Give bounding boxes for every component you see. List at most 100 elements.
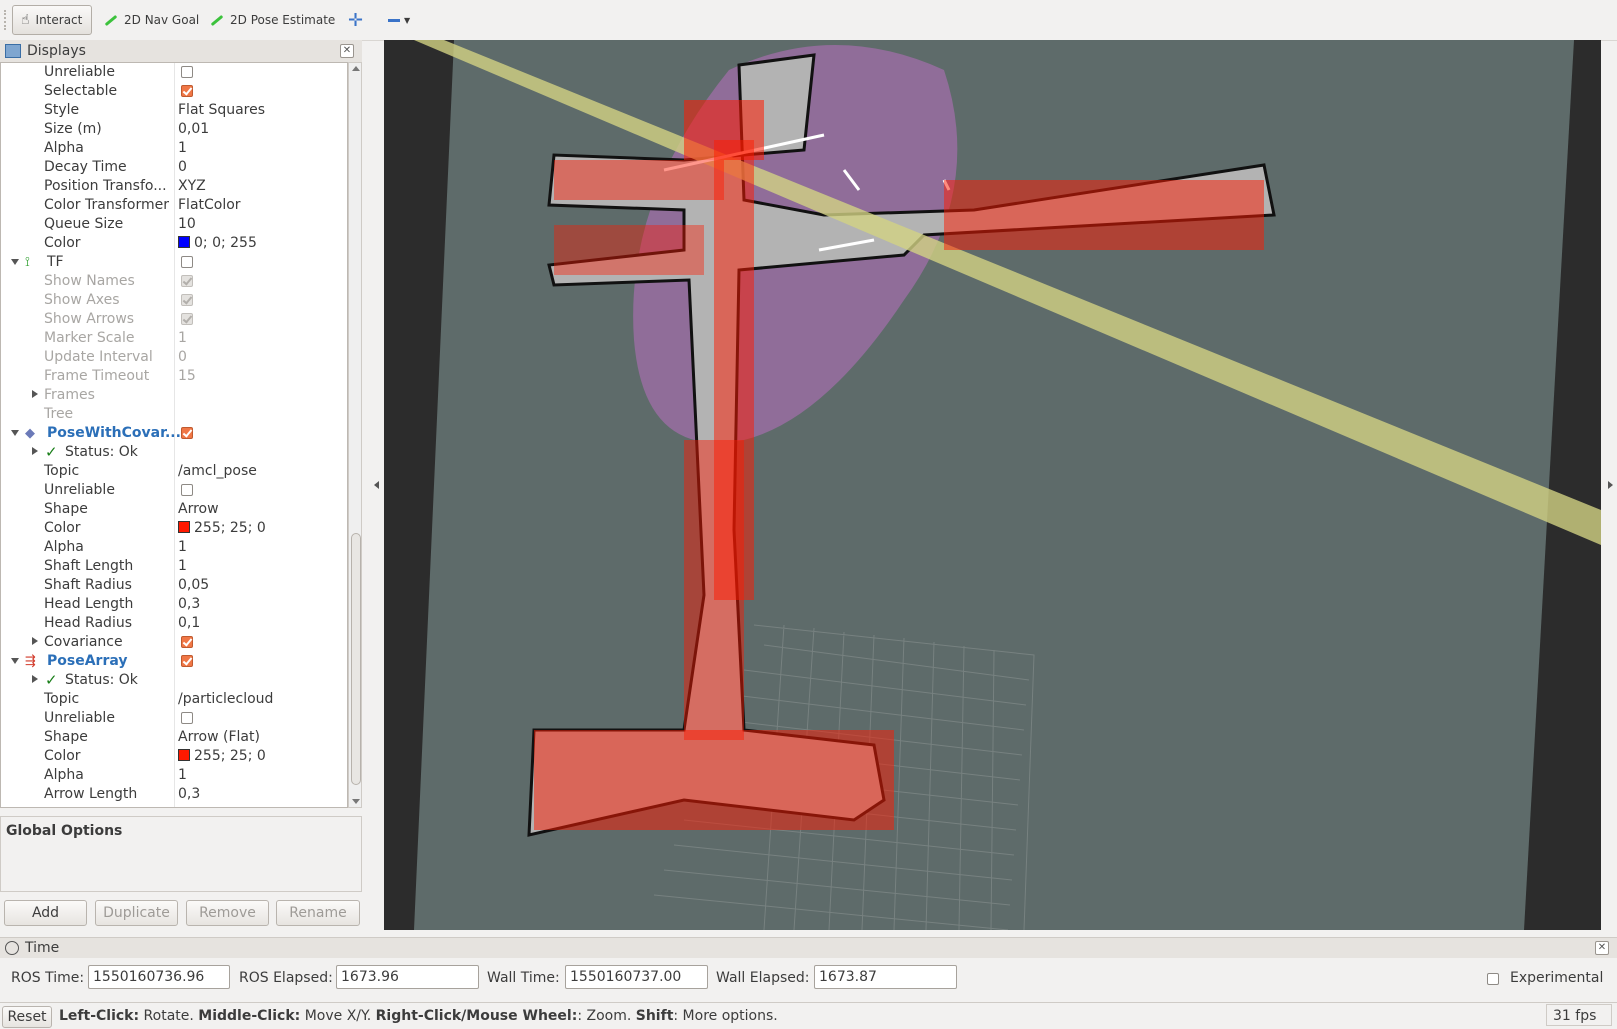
display-row[interactable]: Head Radius 0,1: [1, 614, 347, 633]
display-row[interactable]: ✓ Status: Ok: [1, 671, 347, 690]
property-checkbox[interactable]: [181, 313, 193, 325]
wall-time-field[interactable]: 1550160737.00: [565, 965, 708, 989]
display-row[interactable]: Arrow Length 0,3: [1, 785, 347, 804]
displays-scrollbar[interactable]: [348, 62, 362, 808]
property-value[interactable]: 15: [178, 368, 196, 384]
display-row[interactable]: Frame Timeout 15: [1, 367, 347, 386]
property-value[interactable]: XYZ: [178, 178, 206, 194]
property-checkbox[interactable]: [181, 427, 193, 439]
property-checkbox[interactable]: [181, 655, 193, 667]
chevron-down-icon[interactable]: [11, 430, 19, 436]
display-row[interactable]: Alpha 1: [1, 766, 347, 785]
property-checkbox[interactable]: [181, 256, 193, 268]
displays-tree[interactable]: Unreliable Selectable Style Flat Squares Siz…: [0, 62, 348, 808]
duplicate-button[interactable]: Duplicate: [95, 900, 178, 926]
collapse-left-arrow[interactable]: [374, 481, 379, 489]
display-row[interactable]: Covariance: [1, 633, 347, 652]
display-row[interactable]: Topic/particlecloud: [1, 690, 347, 709]
display-row[interactable]: Unreliable: [1, 709, 347, 728]
property-checkbox[interactable]: [181, 66, 193, 78]
property-value[interactable]: FlatColor: [178, 197, 241, 213]
display-row[interactable]: Queue Size 10: [1, 215, 347, 234]
scroll-thumb[interactable]: [351, 533, 361, 785]
property-value[interactable]: /particlecloud: [178, 691, 273, 707]
remove-button[interactable]: Remove: [186, 900, 269, 926]
property-value[interactable]: 255; 25; 0: [178, 748, 266, 764]
display-row[interactable]: Shaft Radius 0,05: [1, 576, 347, 595]
property-checkbox[interactable]: [181, 636, 193, 648]
display-row[interactable]: Topic/amcl_pose: [1, 462, 347, 481]
interact-button[interactable]: ☝ Interact: [12, 5, 92, 35]
display-row[interactable]: Size (m) 0,01: [1, 120, 347, 139]
property-checkbox[interactable]: [181, 712, 193, 724]
close-icon[interactable]: ✕: [340, 44, 354, 58]
display-row[interactable]: Head Length 0,3: [1, 595, 347, 614]
property-value[interactable]: 1: [178, 330, 187, 346]
display-row[interactable]: Show Names: [1, 272, 347, 291]
display-row[interactable]: Frames: [1, 386, 347, 405]
display-row[interactable]: ✓ Status: Ok: [1, 443, 347, 462]
display-row[interactable]: Shape Arrow (Flat): [1, 728, 347, 747]
nav-goal-button[interactable]: 2D Nav Goal: [96, 5, 207, 35]
display-row[interactable]: Alpha 1: [1, 538, 347, 557]
property-value[interactable]: 255; 25; 0: [178, 520, 266, 536]
display-row[interactable]: Color 0; 0; 255: [1, 234, 347, 253]
display-row[interactable]: Alpha 1: [1, 139, 347, 158]
chevron-right-icon[interactable]: [32, 390, 38, 398]
property-value[interactable]: 0,05: [178, 577, 209, 593]
property-value[interactable]: 0,1: [178, 615, 200, 631]
property-value[interactable]: Flat Squares: [178, 102, 265, 118]
chevron-right-icon[interactable]: [32, 447, 38, 455]
property-value[interactable]: 0,01: [178, 121, 209, 137]
display-row[interactable]: Marker Scale 1: [1, 329, 347, 348]
toolbar-grip[interactable]: [4, 10, 10, 30]
display-row[interactable]: Decay Time 0: [1, 158, 347, 177]
collapse-right-arrow[interactable]: [1608, 481, 1613, 489]
property-checkbox[interactable]: [181, 275, 193, 287]
display-row[interactable]: Unreliable: [1, 481, 347, 500]
scroll-up-arrow[interactable]: [352, 66, 360, 71]
property-value[interactable]: 1: [178, 539, 187, 555]
property-value[interactable]: 10: [178, 216, 196, 232]
display-row[interactable]: Color 255; 25; 0: [1, 747, 347, 766]
display-row[interactable]: Unreliable: [1, 63, 347, 82]
display-row[interactable]: Color Transformer FlatColor: [1, 196, 347, 215]
display-row[interactable]: Position Transfo... XYZ: [1, 177, 347, 196]
property-value[interactable]: 0: [178, 349, 187, 365]
remove-tool-button[interactable]: ▼: [380, 5, 418, 35]
reset-button[interactable]: Reset: [2, 1006, 52, 1028]
close-icon[interactable]: ✕: [1595, 941, 1609, 955]
render-viewport[interactable]: [384, 40, 1601, 930]
display-row[interactable]: Selectable: [1, 82, 347, 101]
display-row[interactable]: Show Axes: [1, 291, 347, 310]
property-value[interactable]: Arrow: [178, 501, 219, 517]
property-value[interactable]: Arrow (Flat): [178, 729, 260, 745]
add-button[interactable]: Add: [4, 900, 87, 926]
display-row[interactable]: ◆ PoseWithCovar...: [1, 424, 347, 443]
ros-elapsed-field[interactable]: 1673.96: [336, 965, 479, 989]
display-row[interactable]: Update Interval 0: [1, 348, 347, 367]
display-row[interactable]: Color 255; 25; 0: [1, 519, 347, 538]
chevron-right-icon[interactable]: [32, 637, 38, 645]
chevron-down-icon[interactable]: [11, 259, 19, 265]
display-row[interactable]: Shape Arrow: [1, 500, 347, 519]
display-row[interactable]: Tree: [1, 405, 347, 424]
pose-estimate-button[interactable]: 2D Pose Estimate: [202, 5, 343, 35]
chevron-down-icon[interactable]: [11, 658, 19, 664]
display-row[interactable]: ⟟ TF: [1, 253, 347, 272]
scroll-down-arrow[interactable]: [352, 799, 360, 804]
property-value[interactable]: 0; 0; 255: [178, 235, 257, 251]
experimental-checkbox[interactable]: [1487, 973, 1499, 985]
display-row[interactable]: Shaft Length 1: [1, 557, 347, 576]
property-value[interactable]: 0: [178, 159, 187, 175]
property-checkbox[interactable]: [181, 484, 193, 496]
ros-time-field[interactable]: 1550160736.96: [88, 965, 230, 989]
property-checkbox[interactable]: [181, 85, 193, 97]
add-tool-button[interactable]: ✛: [340, 5, 371, 35]
rename-button[interactable]: Rename: [276, 900, 360, 926]
property-value[interactable]: 0,3: [178, 786, 200, 802]
property-value[interactable]: 1: [178, 767, 187, 783]
property-value[interactable]: 1: [178, 558, 187, 574]
chevron-right-icon[interactable]: [32, 675, 38, 683]
wall-elapsed-field[interactable]: 1673.87: [814, 965, 957, 989]
